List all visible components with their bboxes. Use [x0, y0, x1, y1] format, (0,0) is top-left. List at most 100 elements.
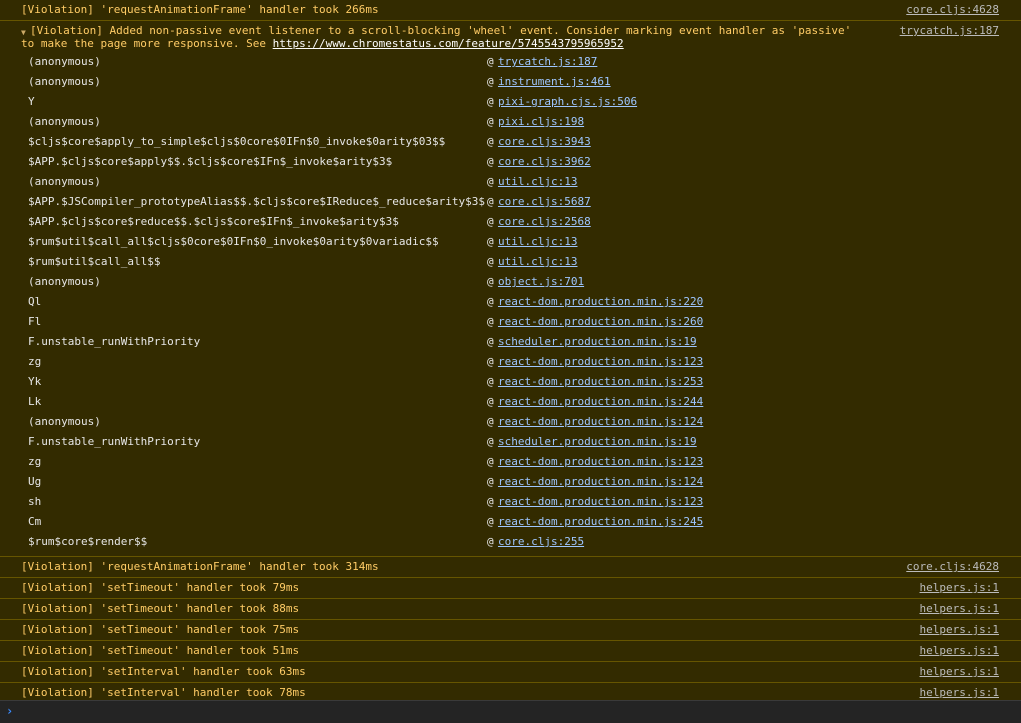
message-text: [Violation] 'setInterval' handler took 7… — [21, 686, 306, 699]
stack-frame-function: (anonymous) — [28, 75, 101, 88]
stack-frame: F.unstable_runWithPriority @ scheduler.pro… — [0, 432, 1021, 452]
stack-frame-at: @ — [487, 435, 494, 448]
stack-frame-at: @ — [487, 395, 494, 408]
stack-frame-at: @ — [487, 215, 494, 228]
stack-frame: Ql @ react-dom.production.min.js:220 — [0, 292, 1021, 312]
stack-frame-at: @ — [487, 535, 494, 548]
source-link[interactable]: helpers.js:1 — [920, 641, 999, 661]
message-text: [Violation] 'requestAnimationFrame' hand… — [21, 3, 379, 16]
stack-frame-location-link[interactable]: util.cljc:13 — [498, 252, 577, 272]
stack-frame-function: (anonymous) — [28, 275, 101, 288]
console-message-violation: [Violation] 'requestAnimationFrame' hand… — [0, 0, 1021, 21]
stack-frame-location-link[interactable]: core.cljs:5687 — [498, 192, 591, 212]
source-link[interactable]: trycatch.js:187 — [900, 24, 999, 37]
stack-frame-function: $rum$core$render$$ — [28, 535, 148, 548]
stack-frame: Yk @ react-dom.production.min.js:253 — [0, 372, 1021, 392]
stack-frame: Ug @ react-dom.production.min.js:124 — [0, 472, 1021, 492]
stack-frame-at: @ — [487, 515, 494, 528]
stack-frame-function: (anonymous) — [28, 115, 101, 128]
source-link[interactable]: helpers.js:1 — [920, 599, 999, 619]
stack-frame-at: @ — [487, 475, 494, 488]
stack-frame-function: (anonymous) — [28, 55, 101, 68]
stack-trace: (anonymous) @ trycatch.js:187 (anonymous) @ i… — [0, 50, 1021, 556]
console-message-violation: [Violation] 'setTimeout' handler took 79… — [0, 578, 1021, 599]
stack-frame: $APP.$cljs$core$reduce$$.$cljs$core$IFn$… — [0, 212, 1021, 232]
stack-frame-location-link[interactable]: react-dom.production.min.js:260 — [498, 312, 703, 332]
stack-frame-location-link[interactable]: react-dom.production.min.js:123 — [498, 492, 703, 512]
stack-frame-location-link[interactable]: pixi.cljs:198 — [498, 112, 584, 132]
stack-frame: (anonymous) @ object.js:701 — [0, 272, 1021, 292]
message-text: [Violation] 'requestAnimationFrame' hand… — [21, 560, 379, 573]
stack-frame-at: @ — [487, 355, 494, 368]
stack-frame-location-link[interactable]: core.cljs:3962 — [498, 152, 591, 172]
stack-frame: $rum$util$call_all$$ @ util.cljc:13 — [0, 252, 1021, 272]
stack-frame-at: @ — [487, 55, 494, 68]
stack-frame-function: Y — [28, 95, 35, 108]
stack-frame-location-link[interactable]: react-dom.production.min.js:124 — [498, 472, 703, 492]
stack-frame-location-link[interactable]: react-dom.production.min.js:245 — [498, 512, 703, 532]
stack-frame-location-link[interactable]: react-dom.production.min.js:220 — [498, 292, 703, 312]
stack-frame-function: $APP.$JSCompiler_prototypeAlias$$.$cljs$… — [28, 195, 485, 208]
stack-frame-location-link[interactable]: core.cljs:255 — [498, 532, 584, 552]
stack-frame-function: Lk — [28, 395, 42, 408]
stack-frame-location-link[interactable]: react-dom.production.min.js:244 — [498, 392, 703, 412]
stack-frame-at: @ — [487, 275, 494, 288]
stack-frame: $APP.$JSCompiler_prototypeAlias$$.$cljs$… — [0, 192, 1021, 212]
stack-frame: (anonymous) @ util.cljc:13 — [0, 172, 1021, 192]
source-link[interactable]: helpers.js:1 — [920, 578, 999, 598]
message-text: [Violation] 'setTimeout' handler took 51… — [21, 644, 300, 657]
source-link[interactable]: core.cljs:4628 — [906, 0, 999, 20]
stack-frame-location-link[interactable]: object.js:701 — [498, 272, 584, 292]
stack-frame-location-link[interactable]: pixi-graph.cjs.js:506 — [498, 92, 637, 112]
stack-frame-function: Ql — [28, 295, 42, 308]
console-message-violation: [Violation] 'setTimeout' handler took 88… — [0, 599, 1021, 620]
stack-frame-at: @ — [487, 315, 494, 328]
stack-frame-at: @ — [487, 155, 494, 168]
stack-frame-location-link[interactable]: core.cljs:3943 — [498, 132, 591, 152]
stack-frame-function: $rum$util$call_all$$ — [28, 255, 161, 268]
stack-frame: $cljs$core$apply_to_simple$cljs$0core$0I… — [0, 132, 1021, 152]
console-prompt[interactable]: › — [0, 700, 1021, 723]
stack-frame-at: @ — [487, 235, 494, 248]
stack-frame-function: Fl — [28, 315, 42, 328]
console-message-violation: [Violation] 'setTimeout' handler took 51… — [0, 641, 1021, 662]
stack-frame-at: @ — [487, 255, 494, 268]
stack-frame-at: @ — [487, 115, 494, 128]
source-link[interactable]: helpers.js:1 — [920, 662, 999, 682]
stack-frame-location-link[interactable]: react-dom.production.min.js:123 — [498, 352, 703, 372]
stack-frame-function: zg — [28, 355, 42, 368]
stack-frame-location-link[interactable]: core.cljs:2568 — [498, 212, 591, 232]
stack-frame-location-link[interactable]: util.cljc:13 — [498, 172, 577, 192]
stack-frame: (anonymous) @ trycatch.js:187 — [0, 52, 1021, 72]
expand-triangle-icon[interactable]: ▼ — [21, 26, 26, 39]
stack-frame-location-link[interactable]: react-dom.production.min.js:253 — [498, 372, 703, 392]
stack-frame-at: @ — [487, 135, 494, 148]
stack-frame-function: sh — [28, 495, 42, 508]
message-text: [Violation] 'setTimeout' handler took 79… — [21, 581, 300, 594]
stack-frame: Cm @ react-dom.production.min.js:245 — [0, 512, 1021, 532]
stack-frame-function: F.unstable_runWithPriority — [28, 335, 201, 348]
chromestatus-link[interactable]: https://www.chromestatus.com/feature/574… — [273, 37, 624, 50]
stack-frame-location-link[interactable]: react-dom.production.min.js:123 — [498, 452, 703, 472]
source-link[interactable]: helpers.js:1 — [920, 620, 999, 640]
stack-frame-function: Cm — [28, 515, 42, 528]
stack-frame-location-link[interactable]: util.cljc:13 — [498, 232, 577, 252]
stack-frame: (anonymous) @ instrument.js:461 — [0, 72, 1021, 92]
stack-frame-at: @ — [487, 455, 494, 468]
stack-frame-at: @ — [487, 375, 494, 388]
stack-frame-function: $rum$util$call_all$cljs$0core$0IFn$0_inv… — [28, 235, 439, 248]
stack-frame-at: @ — [487, 195, 494, 208]
source-link[interactable]: core.cljs:4628 — [906, 557, 999, 577]
stack-frame-function: $cljs$core$apply_to_simple$cljs$0core$0I… — [28, 135, 446, 148]
stack-frame-location-link[interactable]: scheduler.production.min.js:19 — [498, 332, 697, 352]
chevron-right-icon: › — [6, 704, 14, 718]
stack-frame-location-link[interactable]: trycatch.js:187 — [498, 52, 597, 72]
stack-frame-location-link[interactable]: react-dom.production.min.js:124 — [498, 412, 703, 432]
stack-frame: F.unstable_runWithPriority @ scheduler.pro… — [0, 332, 1021, 352]
stack-frame-location-link[interactable]: instrument.js:461 — [498, 72, 611, 92]
stack-frame-location-link[interactable]: scheduler.production.min.js:19 — [498, 432, 697, 452]
stack-frame-at: @ — [487, 495, 494, 508]
stack-frame: zg @ react-dom.production.min.js:123 — [0, 452, 1021, 472]
stack-frame-function: Ug — [28, 475, 42, 488]
stack-frame-at: @ — [487, 335, 494, 348]
